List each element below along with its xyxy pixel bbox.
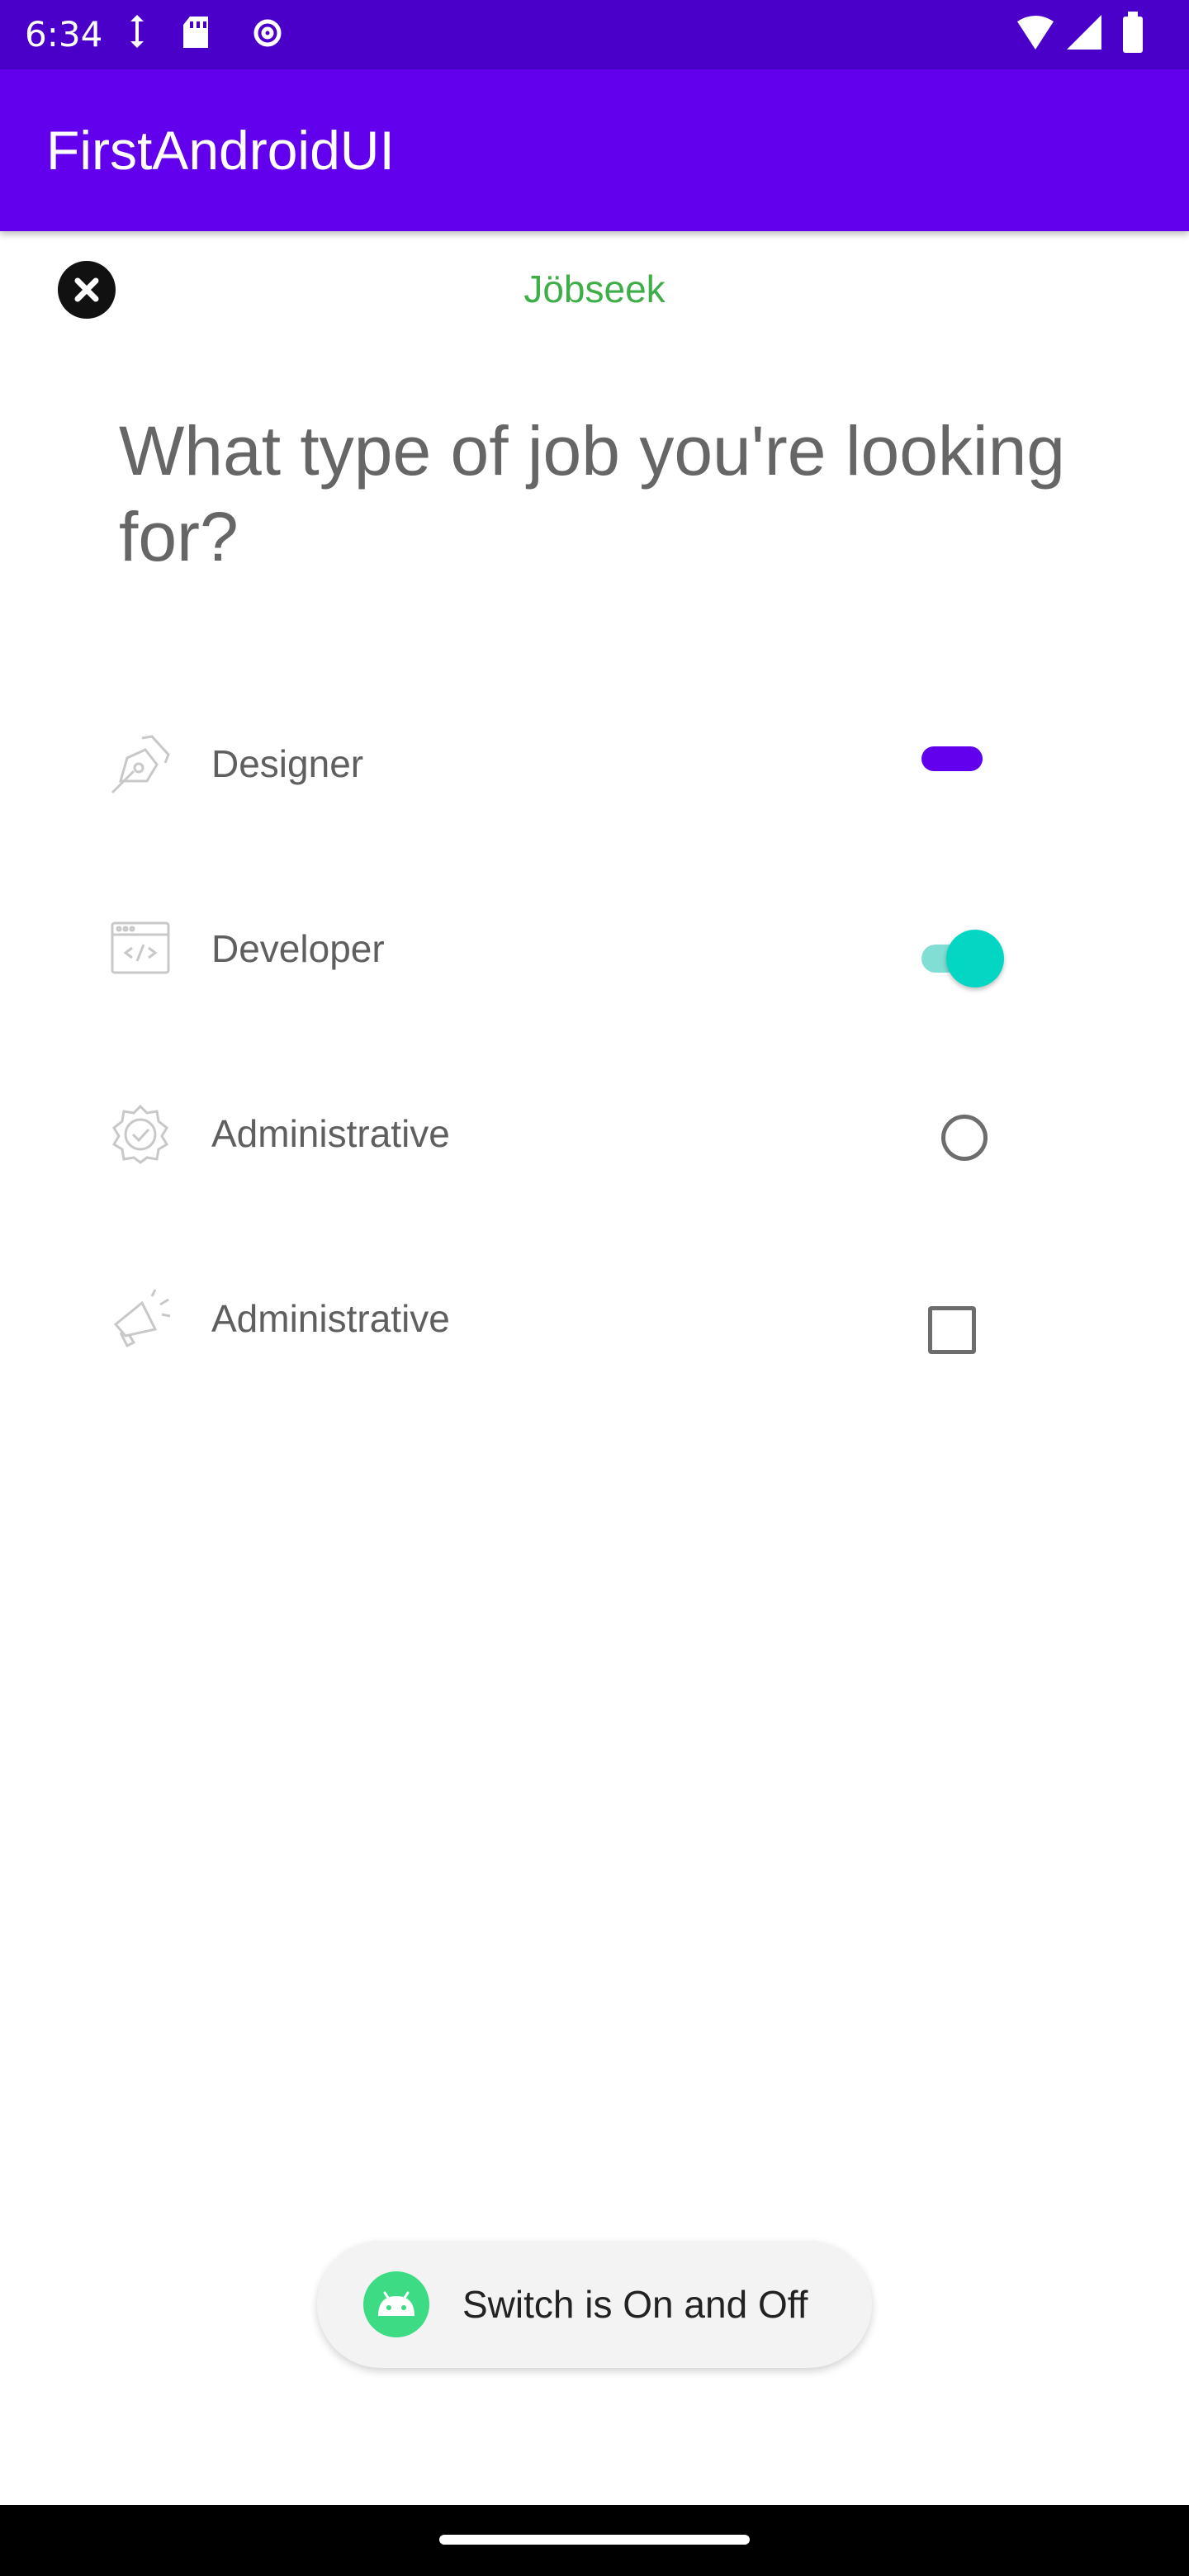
home-gesture-handle[interactable] <box>439 2535 750 2545</box>
navigation-bar <box>0 2505 1189 2576</box>
status-bar: 6:34 <box>0 0 1189 69</box>
battery-icon <box>1123 12 1143 53</box>
status-time: 6:34 <box>25 14 103 54</box>
designer-switch[interactable] <box>921 746 983 771</box>
sd-card-icon <box>183 17 208 48</box>
option-row-administrative-radio: Administrative <box>0 1103 1189 1219</box>
status-left-icons <box>130 15 282 48</box>
option-label: Developer <box>211 927 385 970</box>
code-window-icon <box>111 921 170 974</box>
app-title: FirstAndroidUI <box>46 120 395 181</box>
brand-title: Jöbseek <box>523 268 666 310</box>
option-row-designer: Designer <box>0 733 1189 849</box>
option-label: Administrative <box>211 1297 450 1340</box>
cell-signal-icon <box>1067 15 1101 50</box>
data-transfer-icon <box>130 15 144 48</box>
app-bar: FirstAndroidUI <box>0 69 1189 231</box>
android-icon <box>363 2271 429 2337</box>
toast: Switch is On and Off <box>317 2241 872 2368</box>
toast-text: Switch is On and Off <box>462 2283 808 2326</box>
option-row-developer: Developer <box>0 918 1189 1034</box>
wifi-icon <box>1017 16 1054 50</box>
administrative-checkbox[interactable] <box>928 1306 976 1354</box>
megaphone-icon <box>113 1289 171 1348</box>
pen-tool-icon <box>111 735 170 794</box>
status-right-icons <box>1017 12 1143 53</box>
developer-switch[interactable] <box>921 926 1007 989</box>
switch-thumb <box>946 930 1004 987</box>
option-label: Designer <box>211 742 364 785</box>
settings-gear-icon <box>253 19 282 47</box>
page-question: What type of job you're looking for? <box>119 412 1066 575</box>
option-label: Administrative <box>211 1112 450 1155</box>
option-row-administrative-checkbox: Administrative <box>0 1288 1189 1404</box>
gear-check-icon <box>111 1104 169 1164</box>
administrative-radio[interactable] <box>941 1115 988 1161</box>
